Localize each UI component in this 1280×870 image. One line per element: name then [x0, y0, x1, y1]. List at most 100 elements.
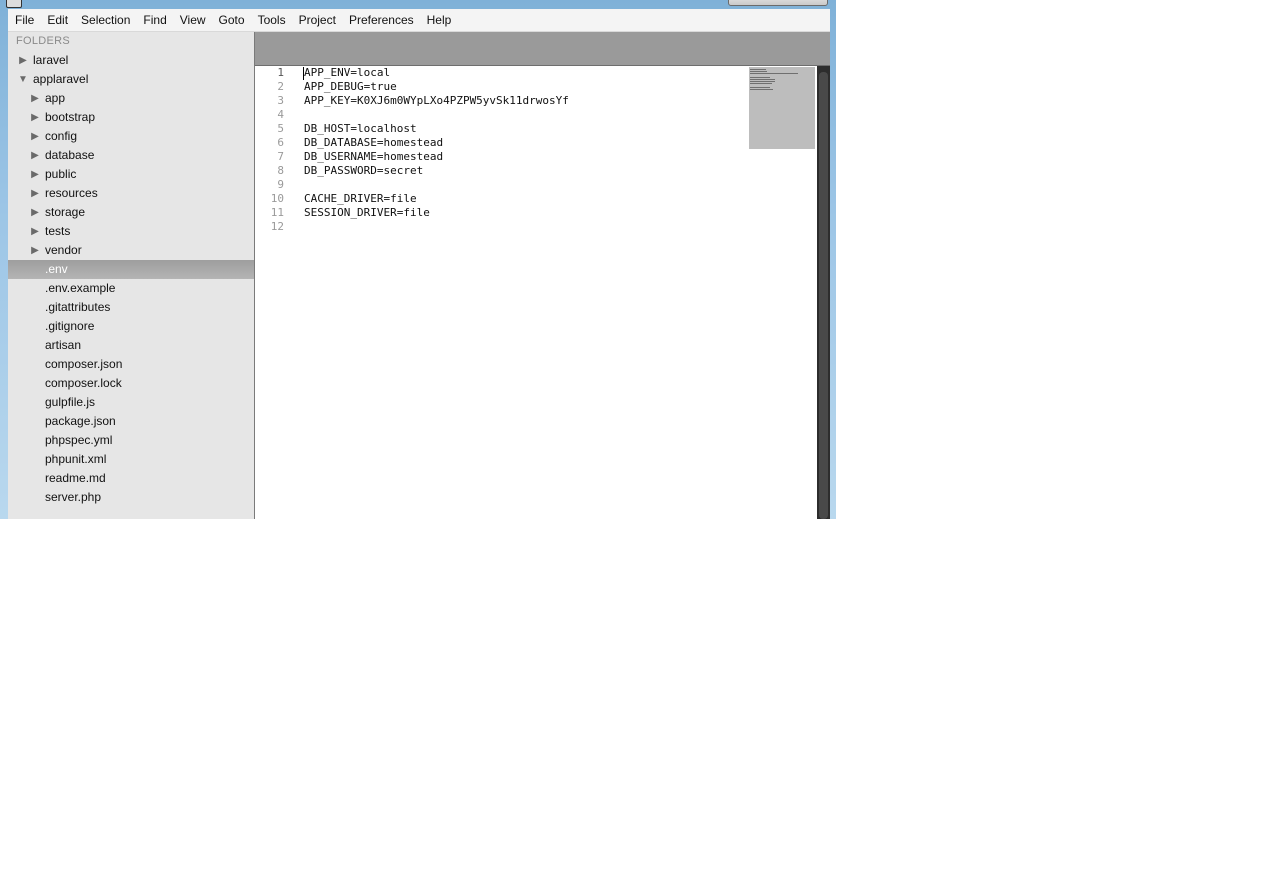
triangle-right-icon[interactable]: ▶	[18, 51, 28, 70]
menu-find[interactable]: Find	[136, 9, 172, 31]
tree-folder[interactable]: ▶ storage	[8, 203, 254, 222]
tree-folder[interactable]: ▶ tests	[8, 222, 254, 241]
menu-bar: File Edit Selection Find View Goto Tools Projec…	[8, 9, 830, 32]
code-line[interactable]: DB_DATABASE=homestead	[304, 136, 569, 150]
tree-file[interactable]: composer.json	[8, 355, 254, 374]
tree-folder[interactable]: ▶ config	[8, 127, 254, 146]
tree-item-label: bootstrap	[45, 110, 96, 124]
tree-item-label: .gitignore	[45, 319, 95, 333]
tree-file[interactable]: phpspec.yml	[8, 431, 254, 450]
tree-item-label: artisan	[45, 338, 82, 352]
code-editor[interactable]: 1 2 3 4 5 6 7 8 9 10 11 12 APP_ENV=local APP_DEBUG=t…	[255, 66, 830, 519]
menu-project[interactable]: Project	[292, 9, 342, 31]
tree-file[interactable]: .env.example	[8, 279, 254, 298]
code-line[interactable]: CACHE_DRIVER=file	[304, 192, 569, 206]
menu-help[interactable]: Help	[420, 9, 458, 31]
title-bar[interactable]	[0, 0, 836, 8]
tree-folder[interactable]: ▶ vendor	[8, 241, 254, 260]
code-line[interactable]	[304, 108, 569, 122]
code-line[interactable]: DB_USERNAME=homestead	[304, 150, 569, 164]
tree-file[interactable]: .env	[8, 260, 254, 279]
minimap-line	[750, 79, 775, 80]
code-line[interactable]: APP_KEY=K0XJ6m0WYpLXo4PZPW5yvSk11drwosYf	[304, 94, 569, 108]
triangle-right-icon[interactable]: ▶	[30, 184, 40, 203]
minimap-line	[750, 83, 772, 84]
tree-folder[interactable]: ▼ applaravel	[8, 70, 254, 89]
tree-item-label: resources	[45, 186, 98, 200]
tree-item-label: config	[45, 129, 78, 143]
tree-file[interactable]: artisan	[8, 336, 254, 355]
tree-item-label: .env.example	[45, 281, 116, 295]
code-area[interactable]: APP_ENV=local APP_DEBUG=true APP_KEY=K0XJ6…	[304, 66, 569, 234]
text-caret	[303, 67, 304, 80]
window-controls[interactable]	[728, 0, 828, 6]
tree-item-label: public	[45, 167, 77, 181]
tree-folder[interactable]: ▶ bootstrap	[8, 108, 254, 127]
code-line[interactable]: SESSION_DRIVER=file	[304, 206, 569, 220]
tree-file[interactable]: server.php	[8, 488, 254, 507]
menu-preferences[interactable]: Preferences	[342, 9, 420, 31]
code-line[interactable]	[304, 220, 569, 234]
triangle-right-icon[interactable]: ▶	[30, 89, 40, 108]
tree-item-label: tests	[45, 224, 71, 238]
tree-item-label: .gitattributes	[45, 300, 111, 314]
tree-item-label: server.php	[45, 490, 102, 504]
line-number: 6	[277, 136, 284, 149]
triangle-right-icon[interactable]: ▶	[30, 108, 40, 127]
minimap-line	[750, 87, 770, 88]
menu-view[interactable]: View	[173, 9, 212, 31]
editor-window: File Edit Selection Find View Goto Tools Projec…	[0, 0, 836, 519]
triangle-right-icon[interactable]: ▶	[30, 146, 40, 165]
line-number: 8	[277, 164, 284, 177]
tree-folder[interactable]: ▶ public	[8, 165, 254, 184]
triangle-right-icon[interactable]: ▶	[30, 203, 40, 222]
tab-bar[interactable]	[255, 32, 830, 66]
minimap-line	[750, 77, 770, 78]
tree-item-label: app	[45, 91, 66, 105]
line-number: 5	[277, 122, 284, 135]
minimap-line	[750, 69, 766, 70]
tree-item-label: .env	[45, 262, 68, 276]
menu-tools[interactable]: Tools	[251, 9, 292, 31]
line-number: 2	[277, 80, 284, 93]
tree-folder[interactable]: ▶ resources	[8, 184, 254, 203]
scrollbar-thumb[interactable]	[819, 72, 828, 519]
tree-folder[interactable]: ▶ app	[8, 89, 254, 108]
tree-folder[interactable]: ▶ laravel	[8, 51, 254, 70]
menu-edit[interactable]: Edit	[40, 9, 74, 31]
menu-file[interactable]: File	[8, 9, 40, 31]
menu-selection[interactable]: Selection	[74, 9, 136, 31]
minimap-line	[750, 73, 798, 74]
triangle-right-icon[interactable]: ▶	[30, 241, 40, 260]
tree-item-label: composer.json	[45, 357, 123, 371]
line-number: 7	[277, 150, 284, 163]
tree-file[interactable]: phpunit.xml	[8, 450, 254, 469]
code-line[interactable]	[304, 178, 569, 192]
code-line[interactable]: APP_DEBUG=true	[304, 80, 569, 94]
code-line[interactable]: APP_ENV=local	[304, 66, 569, 80]
tree-file[interactable]: .gitattributes	[8, 298, 254, 317]
vertical-scrollbar[interactable]	[817, 66, 830, 519]
triangle-right-icon[interactable]: ▶	[30, 165, 40, 184]
line-number: 3	[277, 94, 284, 107]
tree-file[interactable]: composer.lock	[8, 374, 254, 393]
tree-file[interactable]: readme.md	[8, 469, 254, 488]
code-line[interactable]: DB_PASSWORD=secret	[304, 164, 569, 178]
tree-item-label: database	[45, 148, 95, 162]
tree-file[interactable]: package.json	[8, 412, 254, 431]
triangle-right-icon[interactable]: ▶	[30, 222, 40, 241]
tree-file[interactable]: .gitignore	[8, 317, 254, 336]
window-client: File Edit Selection Find View Goto Tools Projec…	[8, 9, 830, 519]
code-line[interactable]: DB_HOST=localhost	[304, 122, 569, 136]
app-icon	[6, 0, 22, 8]
triangle-right-icon[interactable]: ▶	[30, 127, 40, 146]
minimap[interactable]	[749, 67, 815, 149]
line-number: 9	[277, 178, 284, 191]
tree-item-label: storage	[45, 205, 86, 219]
tree-file[interactable]: gulpfile.js	[8, 393, 254, 412]
minimap-line	[750, 89, 773, 90]
menu-goto[interactable]: Goto	[212, 9, 251, 31]
tree-folder[interactable]: ▶ database	[8, 146, 254, 165]
triangle-down-icon[interactable]: ▼	[18, 70, 28, 89]
line-number: 4	[277, 108, 284, 121]
